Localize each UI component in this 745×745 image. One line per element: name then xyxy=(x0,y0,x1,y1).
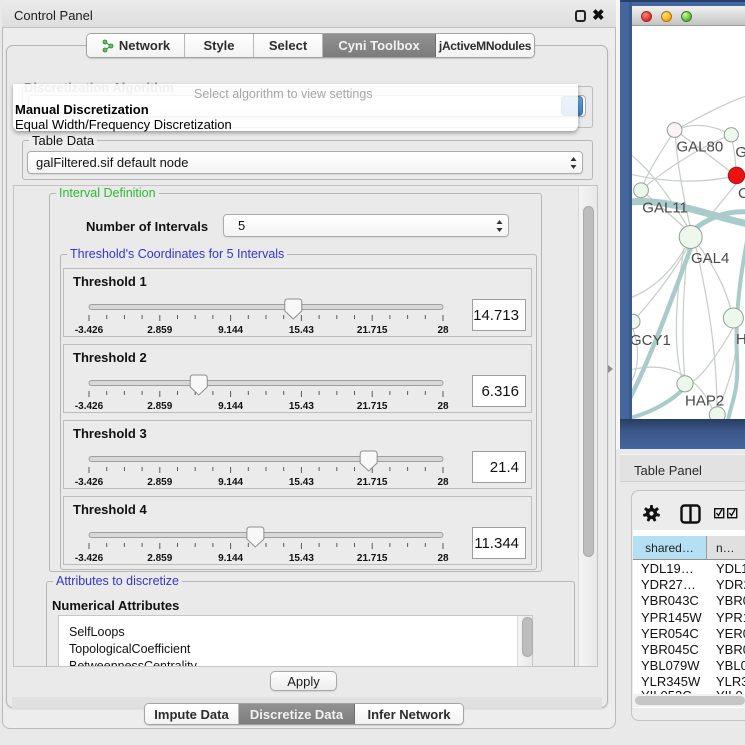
svg-text:28: 28 xyxy=(437,477,449,488)
svg-text:2.859: 2.859 xyxy=(147,553,172,564)
svg-text:28: 28 xyxy=(437,401,449,412)
svg-text:-3.426: -3.426 xyxy=(75,325,104,336)
svg-text:15.43: 15.43 xyxy=(289,325,314,336)
svg-text:HAP2: HAP2 xyxy=(685,393,724,410)
svg-text:9.144: 9.144 xyxy=(218,325,243,336)
svg-text:-3.426: -3.426 xyxy=(75,553,104,564)
svg-text:21.715: 21.715 xyxy=(357,401,388,412)
svg-text:28: 28 xyxy=(437,553,449,564)
svg-text:2.859: 2.859 xyxy=(147,325,172,336)
svg-text:-3.426: -3.426 xyxy=(75,401,104,412)
svg-text:15.43: 15.43 xyxy=(289,477,314,488)
svg-text:G.: G. xyxy=(735,144,745,161)
svg-text:21.715: 21.715 xyxy=(357,553,388,564)
svg-text:15.43: 15.43 xyxy=(289,401,314,412)
svg-text:GAL4: GAL4 xyxy=(691,250,729,267)
svg-text:GAL11: GAL11 xyxy=(642,200,688,217)
svg-text:9.144: 9.144 xyxy=(218,401,243,412)
svg-text:H: H xyxy=(736,331,745,348)
svg-text:GCY1: GCY1 xyxy=(632,332,671,349)
svg-text:9.144: 9.144 xyxy=(218,477,243,488)
svg-text:-3.426: -3.426 xyxy=(75,477,104,488)
svg-text:C: C xyxy=(738,185,745,202)
svg-text:21.715: 21.715 xyxy=(357,477,388,488)
svg-text:9.144: 9.144 xyxy=(218,553,243,564)
svg-text:21.715: 21.715 xyxy=(357,325,388,336)
svg-text:GAL80: GAL80 xyxy=(677,139,724,156)
svg-text:15.43: 15.43 xyxy=(289,553,314,564)
svg-text:2.859: 2.859 xyxy=(147,477,172,488)
svg-text:28: 28 xyxy=(437,325,449,336)
svg-text:2.859: 2.859 xyxy=(147,401,172,412)
